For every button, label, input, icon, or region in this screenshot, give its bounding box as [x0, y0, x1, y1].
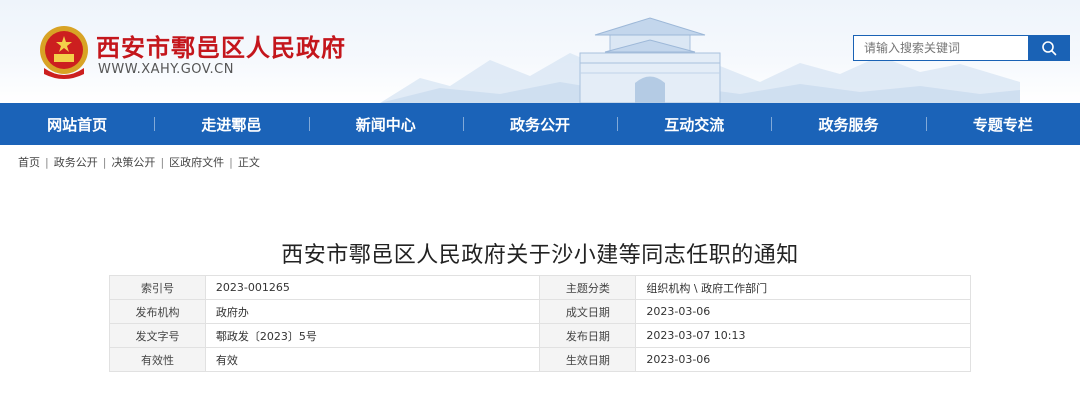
- site-header: 西安市鄠邑区人民政府 WWW.XAHY.GOV.CN: [0, 0, 1080, 103]
- document-meta-table: 索引号 2023-001265 主题分类 组织机构 \ 政府工作部门 发布机构 …: [109, 275, 971, 372]
- meta-value: 组织机构 \ 政府工作部门: [635, 275, 971, 300]
- meta-key: 生效日期: [539, 347, 637, 372]
- breadcrumb: 首页 | 政务公开 | 决策公开 | 区政府文件 | 正文: [0, 145, 1080, 179]
- meta-key: 索引号: [109, 275, 206, 300]
- meta-key: 成文日期: [539, 299, 637, 324]
- nav-item-about[interactable]: 走进鄠邑: [154, 103, 308, 145]
- meta-key: 主题分类: [539, 275, 637, 300]
- article-area: 西安市鄠邑区人民政府关于沙小建等同志任职的通知 索引号 2023-001265 …: [0, 179, 1080, 405]
- breadcrumb-separator: |: [160, 155, 165, 169]
- site-url: WWW.XAHY.GOV.CN: [98, 62, 234, 77]
- nav-item-news[interactable]: 新闻中心: [308, 103, 463, 145]
- meta-key: 有效性: [109, 347, 206, 372]
- meta-value: 有效: [204, 347, 541, 372]
- breadcrumb-separator: |: [229, 155, 233, 169]
- search-input[interactable]: [853, 35, 1028, 61]
- breadcrumb-separator: |: [45, 155, 49, 169]
- main-nav: 网站首页 走进鄠邑 新闻中心 政务公开 互动交流 政务服务 专题专栏: [0, 103, 1080, 145]
- national-emblem-icon: [40, 26, 88, 79]
- meta-key: 发布机构: [109, 299, 206, 324]
- nav-item-interaction[interactable]: 互动交流: [617, 103, 771, 145]
- nav-item-gov-affairs[interactable]: 政务公开: [462, 103, 617, 145]
- nav-item-home[interactable]: 网站首页: [0, 103, 154, 145]
- table-row: 发布机构 政府办 成文日期 2023-03-06: [109, 299, 971, 324]
- breadcrumb-district-docs[interactable]: 区政府文件: [169, 154, 224, 170]
- table-row: 索引号 2023-001265 主题分类 组织机构 \ 政府工作部门: [109, 275, 971, 300]
- breadcrumb-gov-affairs[interactable]: 政务公开: [54, 154, 98, 170]
- site-title[interactable]: 西安市鄠邑区人民政府: [96, 28, 346, 63]
- breadcrumb-current: 正文: [237, 156, 260, 169]
- search-icon: [1042, 41, 1057, 56]
- meta-value: 2023-03-06: [635, 299, 971, 324]
- breadcrumb-separator: |: [102, 155, 107, 169]
- table-row: 有效性 有效 生效日期 2023-03-06: [109, 347, 971, 372]
- meta-key: 发布日期: [539, 323, 637, 348]
- search-button[interactable]: [1028, 35, 1070, 61]
- meta-value: 2023-03-06: [635, 347, 971, 372]
- meta-value: 政府办: [204, 299, 541, 324]
- meta-key: 发文字号: [109, 323, 206, 348]
- breadcrumb-home[interactable]: 首页: [18, 154, 40, 170]
- nav-item-topics[interactable]: 专题专栏: [925, 103, 1080, 145]
- nav-item-services[interactable]: 政务服务: [771, 103, 925, 145]
- meta-value: 2023-03-07 10:13: [635, 323, 971, 348]
- meta-value: 2023-001265: [204, 275, 541, 300]
- table-row: 发文字号 鄠政发〔2023〕5号 发布日期 2023-03-07 10:13: [109, 323, 971, 348]
- breadcrumb-decisions[interactable]: 决策公开: [111, 154, 155, 170]
- article-title: 西安市鄠邑区人民政府关于沙小建等同志任职的通知: [281, 243, 799, 268]
- meta-value: 鄠政发〔2023〕5号: [204, 323, 541, 348]
